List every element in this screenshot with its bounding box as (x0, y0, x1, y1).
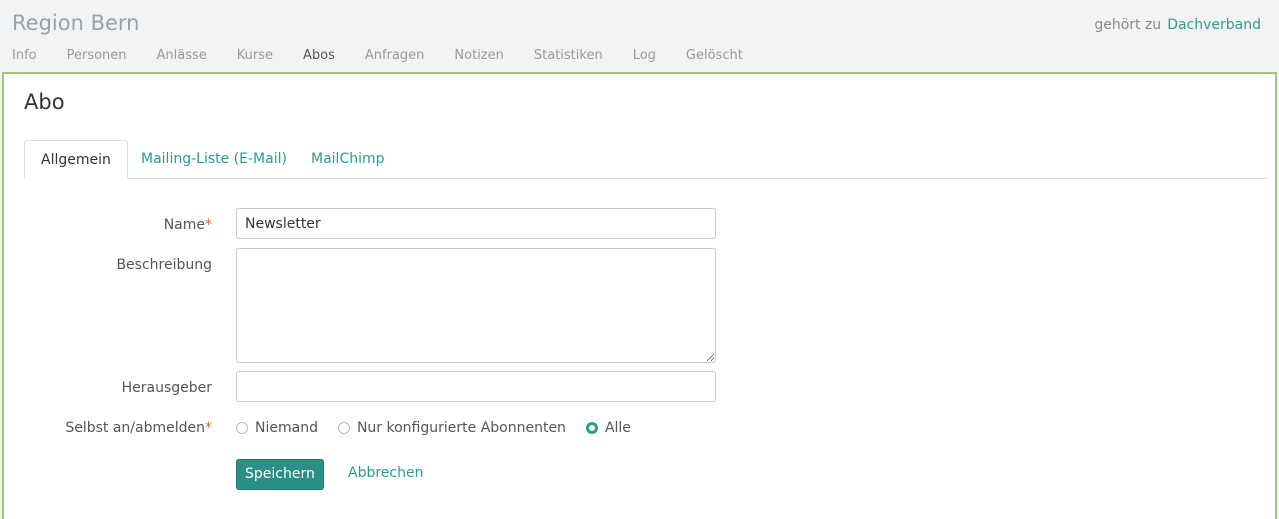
self-subscribe-label-text: Selbst an/abmelden (65, 420, 205, 436)
name-label: Name* (22, 217, 212, 233)
nav-item-anfragen[interactable]: Anfragen (365, 48, 425, 63)
belongs-to: gehört zu Dachverband (1094, 17, 1261, 33)
group-nav: Info Personen Anlässe Kurse Abos Anfrage… (12, 48, 773, 63)
name-label-text: Name (163, 217, 205, 233)
name-input[interactable] (236, 208, 716, 239)
self-subscribe-label: Selbst an/abmelden* (22, 420, 212, 436)
description-label: Beschreibung (116, 257, 212, 273)
tab-mailchimp[interactable]: MailChimp (295, 140, 401, 178)
required-marker: * (205, 420, 212, 436)
radio-label: Alle (604, 420, 631, 436)
nav-item-abos[interactable]: Abos (303, 48, 335, 63)
nav-item-personen[interactable]: Personen (67, 48, 127, 63)
nav-item-kurse[interactable]: Kurse (237, 48, 273, 63)
radio-circle-icon[interactable] (236, 422, 248, 434)
radio-circle-icon[interactable] (337, 422, 350, 434)
publisher-input[interactable] (236, 371, 716, 402)
tab-allgemein[interactable]: Allgemein (24, 140, 128, 179)
nav-item-notizen[interactable]: Notizen (454, 48, 503, 63)
radio-label: Niemand (255, 420, 318, 436)
radio-option-niemand[interactable]: Niemand (236, 420, 318, 436)
tab-bar: Allgemein Mailing-Liste (E-Mail) MailChi… (24, 140, 1268, 179)
self-subscribe-options: Niemand Nur konfigurierte Abonnenten All… (236, 420, 651, 436)
required-marker: * (205, 217, 212, 233)
top-bar: Region Bern gehört zu Dachverband Info Pe… (0, 0, 1279, 72)
description-textarea[interactable] (236, 248, 716, 363)
publisher-label: Herausgeber (121, 380, 212, 396)
belongs-label: gehört zu (1094, 17, 1162, 33)
radio-option-alle[interactable]: Alle (585, 420, 631, 436)
nav-item-statistiken[interactable]: Statistiken (534, 48, 603, 63)
page-title: Abo (24, 90, 65, 114)
group-title: Region Bern (12, 11, 140, 35)
radio-checked-icon[interactable] (585, 422, 598, 434)
tab-mailing-liste[interactable]: Mailing-Liste (E-Mail) (125, 140, 303, 178)
nav-item-info[interactable]: Info (12, 48, 37, 63)
nav-item-geloescht[interactable]: Gelöscht (686, 48, 743, 63)
nav-item-anlaesse[interactable]: Anlässe (157, 48, 207, 63)
nav-item-log[interactable]: Log (633, 48, 656, 63)
radio-label: Nur konfigurierte Abonnenten (356, 420, 566, 436)
parent-group-link[interactable]: Dachverband (1167, 17, 1261, 33)
radio-option-konfigurierte[interactable]: Nur konfigurierte Abonnenten (337, 420, 566, 436)
save-button[interactable]: Speichern (236, 459, 324, 490)
content-panel: Abo Allgemein Mailing-Liste (E-Mail) Mai… (2, 72, 1277, 519)
cancel-link[interactable]: Abbrechen (348, 465, 423, 481)
